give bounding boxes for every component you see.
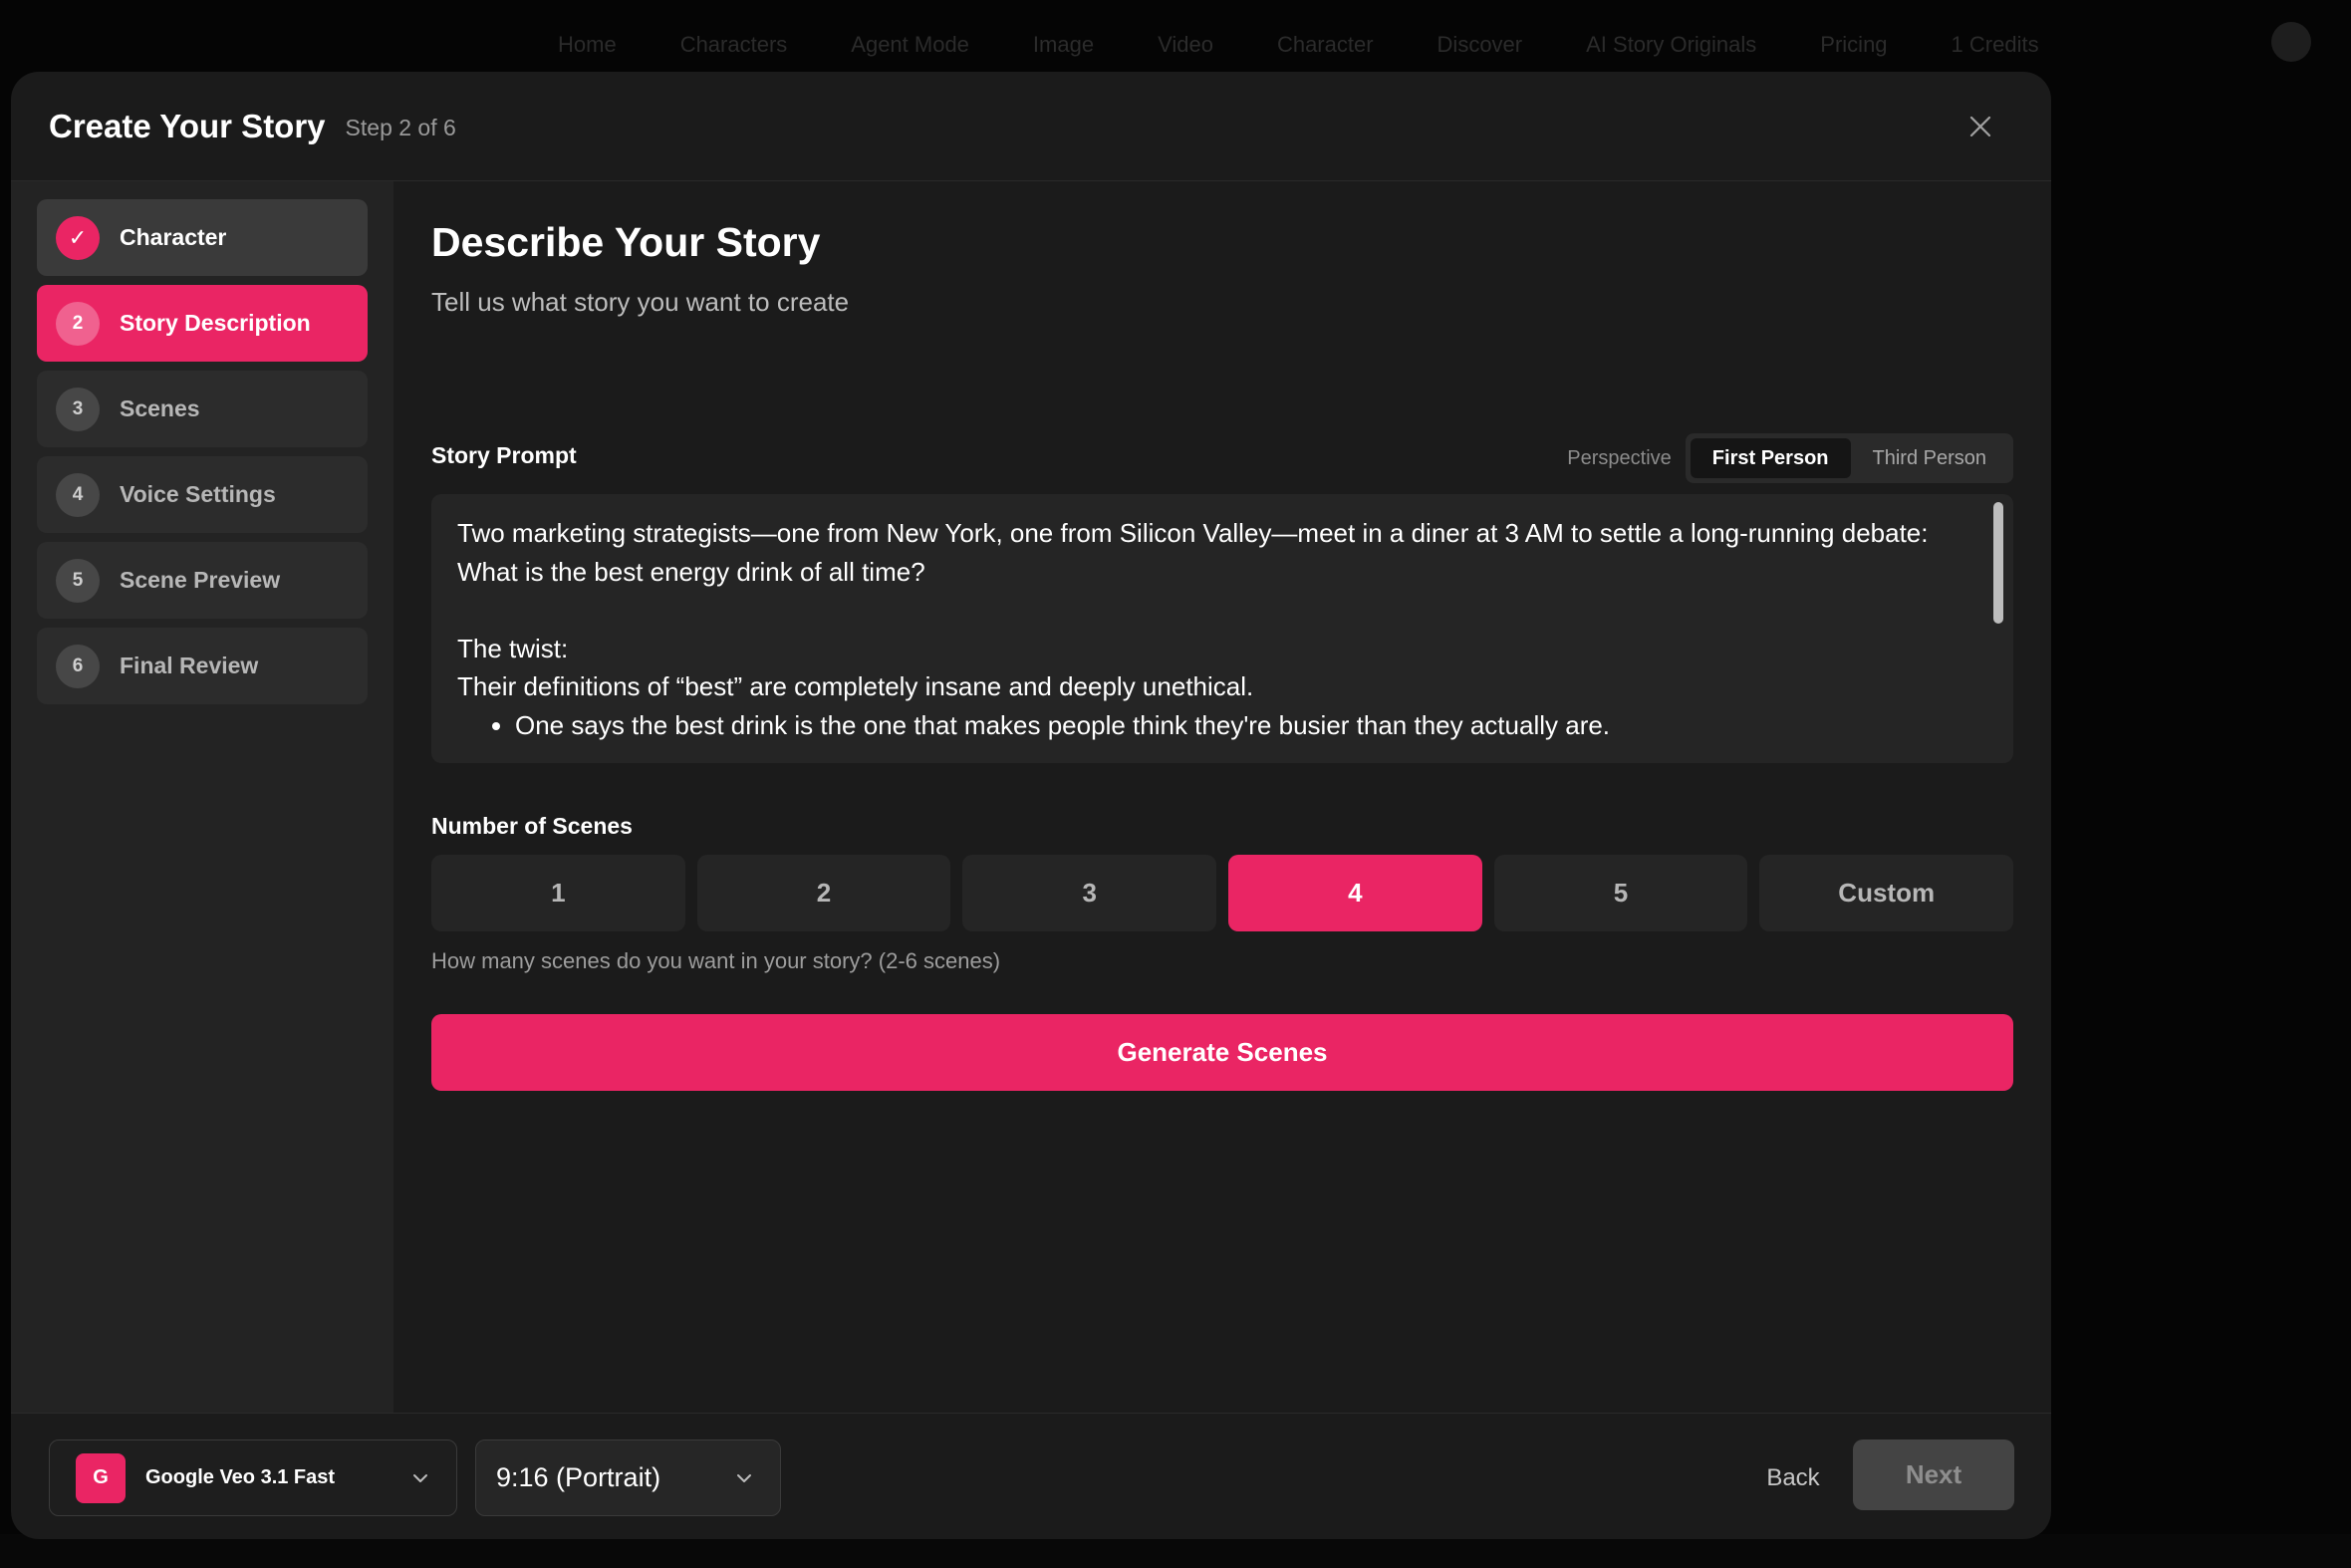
background-nav-item: Image bbox=[1032, 32, 1095, 57]
close-button[interactable] bbox=[1961, 108, 1999, 145]
prompt-bullet-list: One says the best drink is the one that … bbox=[515, 706, 1934, 745]
next-button[interactable]: Next bbox=[1853, 1439, 2014, 1510]
prompt-line: Two marketing strategists—one from New Y… bbox=[457, 518, 1929, 548]
prompt-line: What is the best energy drink of all tim… bbox=[457, 556, 925, 587]
steps-sidebar: ✓ Character 2 Story Description 3 Scenes 4 Voic… bbox=[11, 181, 393, 1413]
background-nav-item: Character bbox=[1276, 32, 1374, 57]
scene-count-option-2[interactable]: 2 bbox=[696, 855, 951, 931]
scene-count-option-3[interactable]: 3 bbox=[962, 855, 1217, 931]
chevron-down-icon bbox=[737, 1474, 751, 1482]
story-prompt-textarea[interactable]: Two marketing strategists—one from New Y… bbox=[431, 494, 2013, 763]
step-indicator: Step 2 of 6 bbox=[345, 115, 456, 140]
model-logo-icon: G bbox=[76, 1452, 126, 1503]
scene-count-option-4[interactable]: 4 bbox=[1228, 855, 1482, 931]
close-icon bbox=[1969, 116, 1991, 137]
model-select[interactable]: G Google Veo 3.1 Fast bbox=[49, 1439, 457, 1516]
step-number: 4 bbox=[56, 472, 100, 517]
step-number: 2 bbox=[56, 301, 100, 346]
scene-count-option-5[interactable]: 5 bbox=[1493, 855, 1748, 931]
step-label: Voice Settings bbox=[120, 481, 276, 507]
step-label: Character bbox=[120, 224, 227, 250]
aspect-ratio-select[interactable]: 9:16 (Portrait) bbox=[475, 1439, 781, 1516]
scenes-hint: How many scenes do you want in your stor… bbox=[431, 948, 1001, 973]
model-name: Google Veo 3.1 Fast bbox=[145, 1466, 336, 1488]
step-item-character[interactable]: ✓ Character bbox=[37, 199, 368, 276]
scene-count-option-1[interactable]: 1 bbox=[431, 855, 685, 931]
prompt-line: The twist: bbox=[457, 633, 569, 663]
background-nav-item: Discover bbox=[1437, 32, 1523, 57]
back-button[interactable]: Back bbox=[1744, 1439, 1842, 1516]
perspective-toggle: First Person Third Person bbox=[1685, 433, 2013, 483]
prompt-bullet: One says the best drink is the one that … bbox=[515, 706, 1934, 745]
prompt-line bbox=[457, 591, 1934, 630]
step-item-scenes[interactable]: 3 Scenes bbox=[37, 371, 368, 447]
perspective-label: Perspective bbox=[1567, 446, 1672, 469]
page-title: Describe Your Story bbox=[431, 219, 821, 265]
perspective-control: Perspective First Person Third Person bbox=[1567, 432, 2013, 484]
aspect-ratio-value: 9:16 (Portrait) bbox=[496, 1462, 661, 1492]
generate-scenes-button[interactable]: Generate Scenes bbox=[431, 1014, 2013, 1091]
step-label: Final Review bbox=[120, 653, 259, 678]
background-nav-item: Pricing bbox=[1820, 32, 1888, 57]
modal-header: Create Your Story Step 2 of 6 bbox=[11, 72, 2051, 181]
background-avatar bbox=[2271, 22, 2311, 62]
chevron-down-icon bbox=[413, 1474, 427, 1482]
background-nav-item: Home bbox=[558, 32, 617, 57]
perspective-option-first-person[interactable]: First Person bbox=[1690, 438, 1851, 478]
background-credits: 1 Credits bbox=[1951, 32, 2039, 57]
step-number: 5 bbox=[56, 558, 100, 603]
perspective-option-third-person[interactable]: Third Person bbox=[1851, 438, 2009, 478]
prompt-scrollbar[interactable] bbox=[1993, 502, 2003, 624]
step-label: Scene Preview bbox=[120, 567, 281, 593]
background-right-panel bbox=[2052, 90, 2351, 1534]
step-item-final-review[interactable]: 6 Final Review bbox=[37, 628, 368, 704]
background-nav-item: Video bbox=[1158, 32, 1213, 57]
modal-footer: G Google Veo 3.1 Fast 9:16 (Portrait) Ba… bbox=[11, 1413, 2051, 1539]
modal-title: Create Your Story bbox=[49, 107, 326, 144]
scene-count-selector: 1 2 3 4 5 Custom bbox=[431, 855, 2014, 931]
background-nav-item: Characters bbox=[679, 32, 788, 57]
background-nav-item: AI Story Originals bbox=[1586, 32, 1757, 57]
step-item-scene-preview[interactable]: 5 Scene Preview bbox=[37, 542, 368, 619]
step-number: 3 bbox=[56, 387, 100, 431]
scene-count-option-custom[interactable]: Custom bbox=[1759, 855, 2014, 931]
story-description-panel: Describe Your Story Tell us what story y… bbox=[431, 181, 2014, 1413]
step-label: Story Description bbox=[120, 310, 311, 336]
page-subtitle: Tell us what story you want to create bbox=[431, 287, 850, 317]
check-icon: ✓ bbox=[56, 215, 100, 260]
prompt-line: Their definitions of “best” are complete… bbox=[457, 671, 1254, 701]
background-nav-item: Agent Mode bbox=[851, 32, 969, 57]
background-bottom-bar bbox=[0, 1534, 2351, 1568]
step-label: Scenes bbox=[120, 395, 200, 421]
create-story-modal: Create Your Story Step 2 of 6 ✓ Character… bbox=[11, 72, 2051, 1539]
step-item-story-description[interactable]: 2 Story Description bbox=[37, 285, 368, 362]
story-prompt-label: Story Prompt bbox=[431, 442, 577, 468]
step-number: 6 bbox=[56, 644, 100, 688]
number-of-scenes-label: Number of Scenes bbox=[431, 813, 633, 839]
step-item-voice-settings[interactable]: 4 Voice Settings bbox=[37, 456, 368, 533]
